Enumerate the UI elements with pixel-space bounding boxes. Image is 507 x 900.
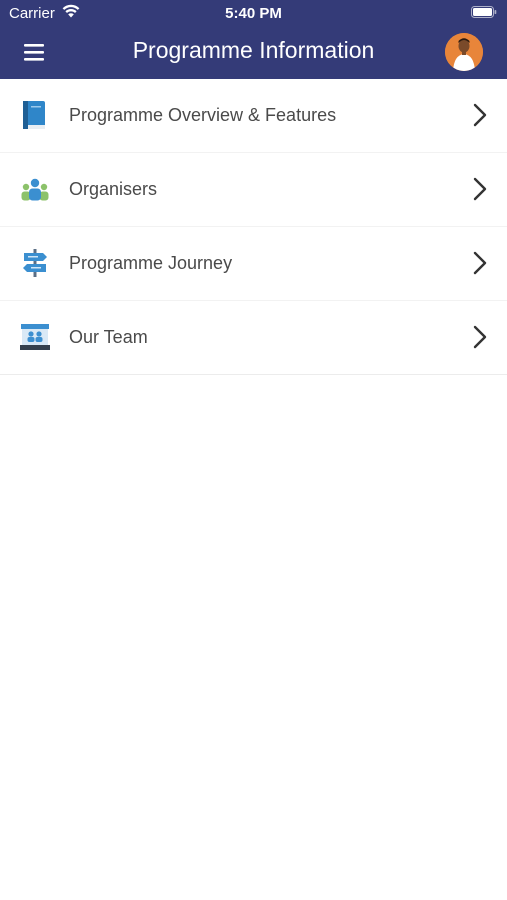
menu-item-our-team[interactable]: Our Team: [0, 301, 507, 374]
menu-item-label: Programme Overview & Features: [69, 105, 337, 125]
menu-item-label: Programme Journey: [69, 253, 233, 273]
battery-icon: [471, 6, 497, 18]
menu-item-label: Organisers: [69, 179, 158, 199]
chevron-right-icon: [473, 103, 487, 127]
person-icon: [445, 33, 483, 71]
header: Carrier 5:40 PM Programme Information: [0, 0, 507, 79]
app-screen: Carrier 5:40 PM Programme Information Pr…: [0, 0, 507, 900]
menu-list: Programme Overview & Features Organisers: [0, 79, 507, 375]
menu-item-programme-overview[interactable]: Programme Overview & Features: [0, 79, 507, 153]
status-time: 5:40 PM: [225, 5, 282, 22]
signpost-icon: [23, 249, 47, 277]
chevron-right-icon: [473, 177, 487, 201]
chevron-right-icon: [473, 325, 487, 349]
team-board-icon: [20, 324, 50, 350]
chevron-right-icon: [473, 251, 487, 275]
navigation-bar: Programme Information: [0, 26, 507, 79]
book-icon: [23, 101, 45, 129]
page-title: Programme Information: [132, 37, 375, 63]
user-avatar[interactable]: [445, 33, 483, 71]
people-group-icon: [21, 178, 49, 201]
menu-item-organisers[interactable]: Organisers: [0, 153, 507, 227]
status-bar: Carrier 5:40 PM: [0, 0, 507, 26]
menu-item-programme-journey[interactable]: Programme Journey: [0, 227, 507, 301]
menu-item-label: Our Team: [69, 327, 148, 347]
